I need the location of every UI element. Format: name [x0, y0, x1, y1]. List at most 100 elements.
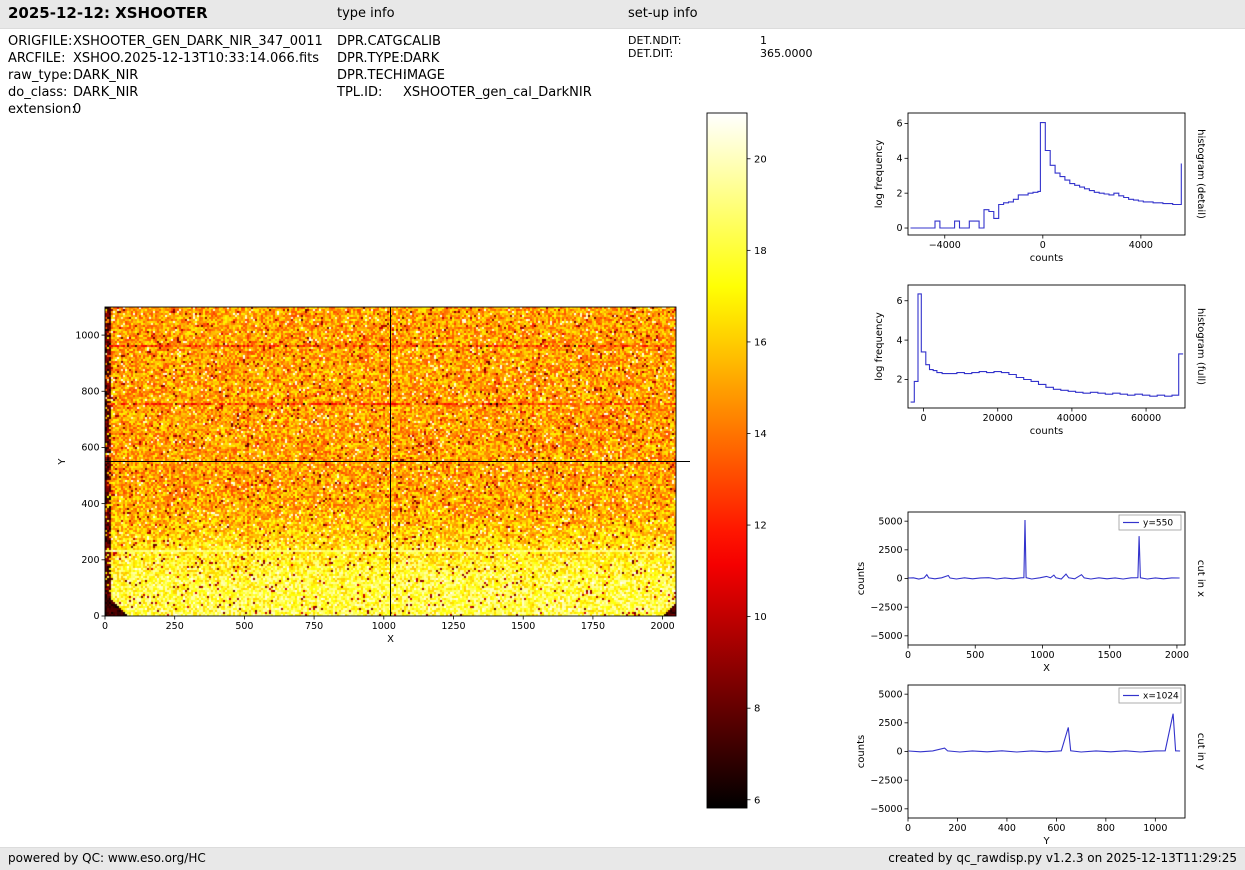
cut-in-y-legend: x=1024: [1118, 687, 1182, 704]
y-tick-label: 2: [896, 375, 902, 386]
side-label: cut in y: [1195, 733, 1206, 770]
metadata-label: ARCFILE:: [8, 51, 66, 66]
colorbar-tick-label: 6: [754, 795, 760, 806]
cut-in-x-legend: y=550: [1118, 514, 1182, 531]
dark-frame-image: [105, 307, 676, 616]
metadata-row: extension:0: [8, 101, 323, 118]
x-axis-label: Y: [1042, 836, 1050, 847]
metadata-label: DPR.TYPE:: [337, 51, 404, 66]
metadata-row: DPR.TYPE:DARK: [337, 50, 592, 67]
x-tick-label: 1500: [1098, 650, 1122, 661]
x-tick-label: 2000: [651, 621, 675, 632]
metadata-row: do_class: DARK_NIR: [8, 84, 323, 101]
x-tick-label: 1250: [441, 621, 465, 632]
y-tick-label: 2500: [878, 545, 902, 556]
metadata-label: DET.DIT:: [628, 47, 674, 60]
x-tick-label: 1500: [511, 621, 535, 632]
y-axis-label: log frequency: [874, 312, 885, 381]
metadata-value: 365.0000: [760, 47, 813, 60]
x-tick-label: 1750: [581, 621, 605, 632]
y-tick-label: −5000: [870, 804, 902, 815]
metadata-value: XSHOO.2025-12-13T10:33:14.066.fits: [73, 51, 320, 66]
y-tick-label: 5000: [878, 689, 902, 700]
cut-in-y-curve: [908, 713, 1181, 753]
legend-label: x=1024: [1143, 692, 1179, 702]
y-tick-label: −5000: [870, 631, 902, 642]
y-tick-label: 0: [896, 574, 902, 585]
metadata-row: raw_type:DARK_NIR: [8, 67, 323, 84]
x-tick-label: 1000: [1030, 650, 1054, 661]
metadata-value: DARK_NIR: [73, 68, 139, 83]
x-tick-label: 0: [905, 823, 911, 834]
x-tick-label: 0: [921, 413, 927, 424]
x-tick-label: 500: [235, 621, 253, 632]
x-tick-label: 250: [166, 621, 184, 632]
x-tick-label: 1000: [372, 621, 396, 632]
metadata-row: DPR.CATG:CALIB: [337, 33, 592, 50]
metadata-label: do_class:: [8, 85, 68, 100]
y-axis-label: counts: [856, 562, 867, 595]
y-tick-label: −2500: [870, 602, 902, 613]
y-tick-label: 400: [81, 499, 99, 510]
footer-right-text: created by qc_rawdisp.py v1.2.3 on 2025-…: [888, 851, 1237, 865]
type-info-heading: type info: [337, 6, 395, 21]
metadata-value: 0: [73, 102, 82, 117]
x-tick-label: −4000: [929, 240, 961, 251]
histogram-detail-frame: [907, 112, 1186, 236]
x-tick-label: 750: [305, 621, 323, 632]
x-tick-label: 0: [102, 621, 108, 632]
cut-in-y-plot: 0 200 400 600 800 1000 −5000 −2500 0 2500 5000 Ycou…: [856, 684, 1206, 847]
metadata-type-block: DPR.CATG:CALIB DPR.TYPE:DARK DPR.TECH:IM…: [337, 33, 592, 101]
y-tick-label: 0: [896, 223, 902, 234]
metadata-row: DET.DIT: 365.0000: [628, 47, 813, 60]
x-axis-label: X: [387, 634, 394, 645]
metadata-row: DET.NDIT: 1: [628, 34, 813, 47]
x-tick-label: 2000: [1165, 650, 1189, 661]
metadata-value: XSHOOTER_gen_cal_DarkNIR: [403, 85, 592, 100]
x-tick-label: 0: [905, 650, 911, 661]
y-tick-label: 0: [93, 611, 99, 622]
y-tick-label: 800: [81, 386, 99, 397]
x-tick-label: 20000: [983, 413, 1013, 424]
cut-in-x-plot: 0 500 1000 1500 2000 −5000 −2500 0 2500 5000 Xcoun…: [856, 511, 1206, 674]
y-tick-label: 4: [896, 154, 902, 165]
histogram-full-curve: [910, 293, 1184, 403]
histogram-full-plot: 0 20000 40000 60000 2 4 6 counts log frequency hi…: [874, 284, 1206, 437]
metadata-label: DPR.TECH:: [337, 68, 407, 83]
colorbar-tick-label: 8: [754, 704, 760, 715]
metadata-value: IMAGE: [403, 68, 446, 83]
metadata-value: DARK_NIR: [73, 85, 139, 100]
colorbar-tick-label: 14: [754, 429, 767, 440]
cut-in-y-frame: [907, 684, 1186, 819]
colorbar-gradient: [706, 112, 748, 809]
x-tick-label: 60000: [1131, 413, 1161, 424]
x-tick-label: 0: [1040, 240, 1046, 251]
metadata-row: DPR.TECH:IMAGE: [337, 67, 592, 84]
metadata-setup-block: DET.NDIT: 1 DET.DIT: 365.0000: [628, 34, 813, 60]
side-label: histogram (full): [1195, 308, 1206, 385]
setup-info-heading: set-up info: [628, 6, 698, 21]
metadata-file-block: ORIGFILE:XSHOOTER_GEN_DARK_NIR_347_0011 …: [8, 33, 323, 118]
x-tick-label: 500: [966, 650, 984, 661]
side-label: histogram (detail): [1195, 129, 1206, 219]
metadata-label: TPL.ID:: [337, 85, 383, 100]
x-tick-label: 800: [1097, 823, 1115, 834]
colorbar-tick-label: 20: [754, 154, 767, 165]
histogram-full-frame: [907, 284, 1186, 409]
y-tick-label: 5000: [878, 516, 902, 527]
y-tick-label: 2500: [878, 718, 902, 729]
metadata-value: DARK: [403, 51, 440, 66]
metadata-value: XSHOOTER_GEN_DARK_NIR_347_0011: [73, 34, 323, 49]
x-axis-label: counts: [1030, 426, 1063, 437]
metadata-label: raw_type:: [8, 68, 72, 83]
y-tick-label: 2: [896, 188, 902, 199]
cut-in-x-frame: [907, 511, 1186, 646]
x-tick-label: 40000: [1057, 413, 1087, 424]
histogram-detail-curve: [910, 122, 1182, 229]
metadata-row: ARCFILE: XSHOO.2025-12-13T10:33:14.066.fi…: [8, 50, 323, 67]
histogram-detail-plot: −4000 0 4000 0 2 4 6 counts log frequency histogr…: [874, 112, 1206, 264]
y-axis-label: counts: [856, 735, 867, 768]
y-tick-label: −2500: [870, 775, 902, 786]
metadata-value: CALIB: [403, 34, 441, 49]
y-tick-label: 6: [896, 119, 902, 130]
